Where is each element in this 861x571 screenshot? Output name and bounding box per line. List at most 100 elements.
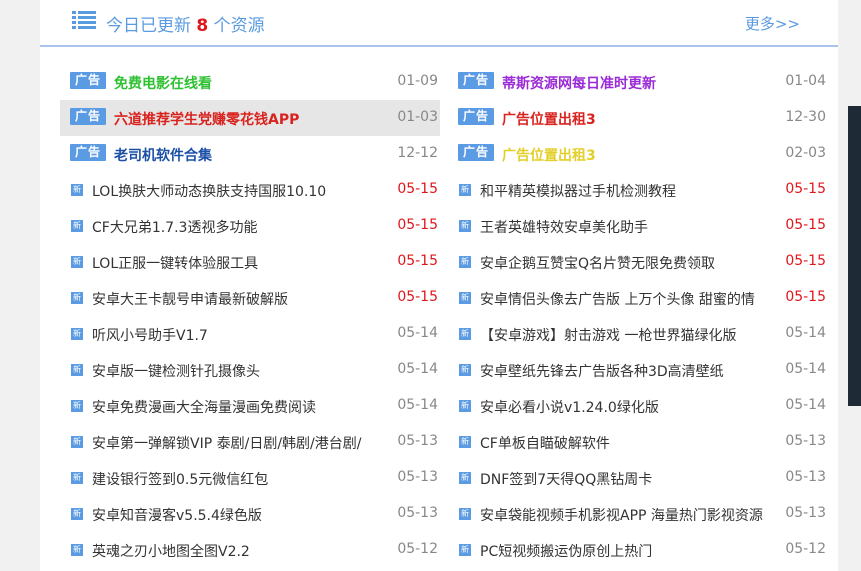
item-title-link[interactable]: 安卓壁纸先锋去广告版各种3D高清壁纸 [480,361,786,381]
item-title-link[interactable]: 听风小号助手V1.7 [92,325,398,345]
new-badge: 新 [459,364,471,376]
item-title-link[interactable]: 和平精英模拟器过手机检测教程 [480,181,786,201]
new-badge: 新 [459,400,471,412]
item-date: 05-15 [397,181,438,197]
ad-list-item: 广告 蒂斯资源网每日准时更新 01-04 [448,64,828,100]
new-badge: 新 [71,220,83,232]
item-date: 05-13 [397,505,438,521]
item-title-link[interactable]: 安卓大王卡靓号申请最新破解版 [92,289,398,309]
item-title-link[interactable]: 广告位置出租3 [502,109,780,129]
new-badge: 新 [71,364,83,376]
item-title-link[interactable]: 六道推荐学生党赚零花钱APP [114,109,392,129]
item-title-link[interactable]: 安卓情侣头像去广告版 上万个头像 甜蜜的情 [480,289,786,309]
new-badge: 新 [459,220,471,232]
new-badge: 新 [71,292,83,304]
item-title-link[interactable]: LOL换肤大师动态换肤支持国服10.10 [92,181,398,201]
item-date: 01-09 [397,73,438,89]
item-date: 05-13 [785,433,826,449]
list-item: 新安卓第一弹解锁VIP 泰剧/日剧/韩剧/港台剧/05-13 [60,424,440,460]
new-badge: 新 [71,436,83,448]
list-item: 新安卓壁纸先锋去广告版各种3D高清壁纸 05-14 [448,352,828,388]
item-title-link[interactable]: 安卓第一弹解锁VIP 泰剧/日剧/韩剧/港台剧/ [92,433,398,453]
item-title-link[interactable]: 【安卓游戏】射击游戏 一枪世界猫绿化版 [480,325,786,345]
item-date: 02-03 [785,145,826,161]
panel-header: 今日已更新 8 个资源 更多>> [40,0,838,47]
ad-list-item: 广告 免费电影在线看 01-09 [60,64,440,100]
list-item: 新英魂之刃小地图全图V2.2 05-12 [60,532,440,568]
item-title-link[interactable]: 建设银行签到0.5元微信红包 [92,469,398,489]
item-date: 05-12 [785,541,826,557]
new-badge: 新 [71,184,83,196]
item-date: 05-15 [785,289,826,305]
item-date: 05-15 [785,217,826,233]
list-item: 新 LOL换肤大师动态换肤支持国服10.10 05-15 [60,172,440,208]
ad-badge: 广告 [70,108,106,125]
item-title-link[interactable]: CF单板自瞄破解软件 [480,433,786,453]
ad-list-item: 广告 老司机软件合集 12-12 [60,136,440,172]
ad-list-item: 广告 广告位置出租3 12-30 [448,100,828,136]
new-badge: 新 [459,328,471,340]
item-title-link[interactable]: 广告位置出租3 [502,145,780,165]
new-badge: 新 [71,400,83,412]
item-title-link[interactable]: 安卓免费漫画大全海量漫画免费阅读 [92,397,398,417]
item-date: 12-30 [785,109,826,125]
item-title-link[interactable]: 英魂之刃小地图全图V2.2 [92,541,398,561]
item-title-link[interactable]: PC短视频搬运伪原创上热门 [480,541,786,561]
list-item: 新安卓大王卡靓号申请最新破解版 05-15 [60,280,440,316]
list-item: 新 CF单板自瞄破解软件 05-13 [448,424,828,460]
item-date: 05-13 [397,433,438,449]
item-date: 05-15 [397,217,438,233]
new-badge: 新 [459,184,471,196]
more-link[interactable]: 更多>> [745,13,800,34]
ad-badge: 广告 [458,144,494,161]
ad-badge: 广告 [458,72,494,89]
item-date: 05-15 [785,181,826,197]
list-item: 新【安卓游戏】射击游戏 一枪世界猫绿化版 05-14 [448,316,828,352]
list-item: 新王者英雄特效安卓美化助手 05-15 [448,208,828,244]
item-title-link[interactable]: 安卓必看小说v1.24.0绿化版 [480,397,786,417]
new-badge: 新 [459,256,471,268]
item-title-link[interactable]: 安卓企鹅互赞宝Q名片赞无限免费领取 [480,253,786,273]
item-title-link[interactable]: DNF签到7天得QQ黑钻周卡 [480,469,786,489]
item-title-link[interactable]: 蒂斯资源网每日准时更新 [502,73,780,93]
list-item: 新安卓情侣头像去广告版 上万个头像 甜蜜的情 05-15 [448,280,828,316]
item-date: 01-03 [397,109,438,125]
left-column: 广告 免费电影在线看 01-09 广告 六道推荐学生党赚零花钱APP 01-03 广告 老司机… [60,64,440,568]
item-date: 01-04 [785,73,826,89]
list-item: 新安卓免费漫画大全海量漫画免费阅读 05-14 [60,388,440,424]
item-title-link[interactable]: LOL正服一键转体验服工具 [92,253,398,273]
item-title-link[interactable]: 安卓版一键检测针孔摄像头 [92,361,398,381]
new-badge: 新 [459,292,471,304]
title-prefix: 今日已更新 [106,16,191,36]
item-date: 05-14 [785,361,826,377]
new-badge: 新 [459,472,471,484]
item-title-link[interactable]: 王者英雄特效安卓美化助手 [480,217,786,237]
list-item: 新 DNF签到7天得QQ黑钻周卡 05-13 [448,460,828,496]
list-icon [72,11,96,29]
item-date: 05-15 [785,253,826,269]
new-badge: 新 [459,508,471,520]
ad-list-item: 广告 广告位置出租3 02-03 [448,136,828,172]
item-date: 05-15 [397,253,438,269]
item-title-link[interactable]: CF大兄弟1.7.3透视多功能 [92,217,398,237]
item-date: 05-12 [397,541,438,557]
list-item: 新建设银行签到0.5元微信红包 05-13 [60,460,440,496]
right-column: 广告 蒂斯资源网每日准时更新 01-04 广告 广告位置出租3 12-30 广告 广告位置出租… [448,64,828,568]
item-date: 05-14 [397,361,438,377]
ad-badge: 广告 [458,108,494,125]
item-title-link[interactable]: 免费电影在线看 [114,73,392,93]
new-badge: 新 [71,472,83,484]
new-badge: 新 [459,436,471,448]
item-date: 05-14 [397,397,438,413]
item-date: 05-14 [785,325,826,341]
item-title-link[interactable]: 老司机软件合集 [114,145,392,165]
item-date: 05-14 [397,325,438,341]
resource-panel: 今日已更新 8 个资源 更多>> 广告 免费电影在线看 01-09 广告 六道推荐学生党… [40,0,838,571]
item-date: 05-13 [397,469,438,485]
new-badge: 新 [71,508,83,520]
item-title-link[interactable]: 安卓知音漫客v5.5.4绿色版 [92,505,398,525]
side-dark-bar [848,106,861,406]
item-title-link[interactable]: 安卓袋能视频手机影视APP 海量热门影视资源 [480,505,786,525]
new-badge: 新 [71,256,83,268]
new-badge: 新 [459,544,471,556]
